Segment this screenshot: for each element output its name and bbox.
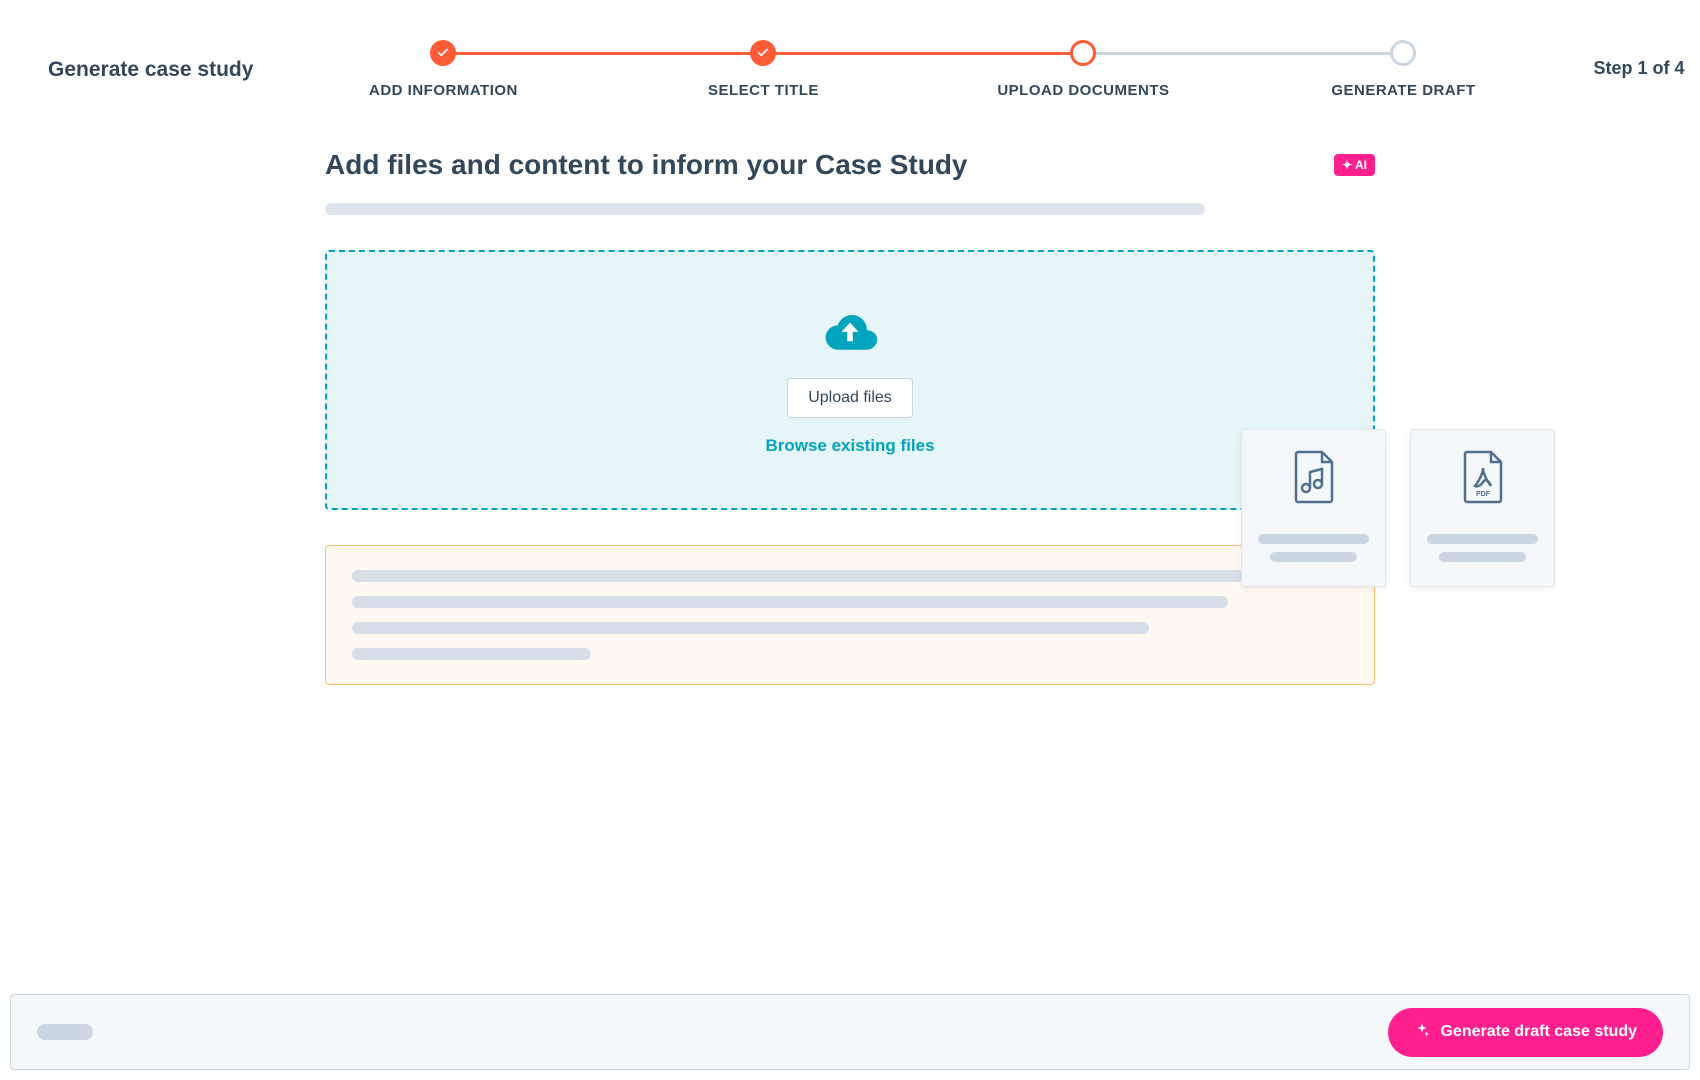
step-circle-done-icon bbox=[430, 40, 456, 66]
header: Generate case study ADD INFORMATION SELE… bbox=[0, 0, 1700, 99]
step-counter: Step 1 of 4 bbox=[1593, 58, 1684, 79]
step-connector bbox=[1083, 52, 1403, 55]
pdf-file-icon: PDF bbox=[1461, 450, 1505, 504]
step-label: ADD INFORMATION bbox=[369, 82, 518, 99]
info-placeholder-line bbox=[352, 570, 1268, 582]
step-label: GENERATE DRAFT bbox=[1331, 82, 1475, 99]
sparkle-icon bbox=[1414, 1022, 1430, 1043]
back-button-placeholder[interactable] bbox=[37, 1024, 93, 1040]
content-heading: Add files and content to inform your Cas… bbox=[325, 149, 968, 181]
step-add-information[interactable]: ADD INFORMATION bbox=[283, 40, 603, 99]
ai-badge: ✦ AI bbox=[1334, 154, 1375, 176]
step-connector bbox=[763, 52, 1083, 55]
file-card-pdf[interactable]: PDF bbox=[1410, 429, 1555, 587]
generate-draft-button[interactable]: Generate draft case study bbox=[1388, 1008, 1663, 1057]
sparkle-icon: ✦ bbox=[1342, 158, 1352, 172]
info-placeholder-line bbox=[352, 622, 1149, 634]
step-connector bbox=[443, 52, 763, 55]
file-meta-placeholder bbox=[1270, 552, 1357, 562]
file-meta-placeholder bbox=[1439, 552, 1526, 562]
file-name-placeholder bbox=[1258, 534, 1369, 544]
ai-badge-text: AI bbox=[1355, 158, 1367, 172]
file-card-audio[interactable] bbox=[1241, 429, 1386, 587]
step-upload-documents[interactable]: UPLOAD DOCUMENTS bbox=[923, 40, 1243, 99]
stepper: ADD INFORMATION SELECT TITLE UPLOAD DOCU… bbox=[283, 30, 1563, 99]
audio-file-icon bbox=[1292, 450, 1336, 504]
svg-text:PDF: PDF bbox=[1476, 491, 1491, 498]
info-placeholder-line bbox=[352, 648, 591, 660]
generate-draft-label: Generate draft case study bbox=[1440, 1023, 1637, 1041]
main-content: Add files and content to inform your Cas… bbox=[315, 149, 1385, 685]
step-label: SELECT TITLE bbox=[708, 82, 819, 99]
step-select-title[interactable]: SELECT TITLE bbox=[603, 40, 923, 99]
step-circle-current-icon bbox=[1070, 40, 1096, 66]
info-box bbox=[325, 545, 1375, 685]
step-circle-future-icon bbox=[1390, 40, 1416, 66]
step-circle-done-icon bbox=[750, 40, 776, 66]
upload-files-button[interactable]: Upload files bbox=[787, 378, 913, 418]
info-placeholder-line bbox=[352, 596, 1228, 608]
content-header: Add files and content to inform your Cas… bbox=[325, 149, 1375, 181]
browse-existing-files-link[interactable]: Browse existing files bbox=[765, 436, 934, 456]
file-cards: PDF bbox=[1241, 429, 1555, 587]
footer-bar: Generate draft case study bbox=[10, 994, 1690, 1070]
subtitle-placeholder bbox=[325, 203, 1205, 215]
step-label: UPLOAD DOCUMENTS bbox=[997, 82, 1169, 99]
file-name-placeholder bbox=[1427, 534, 1538, 544]
upload-dropzone[interactable]: Upload files Browse existing files bbox=[325, 250, 1375, 510]
step-generate-draft[interactable]: GENERATE DRAFT bbox=[1243, 40, 1563, 99]
page-title: Generate case study bbox=[48, 58, 253, 82]
cloud-upload-icon bbox=[820, 305, 880, 360]
